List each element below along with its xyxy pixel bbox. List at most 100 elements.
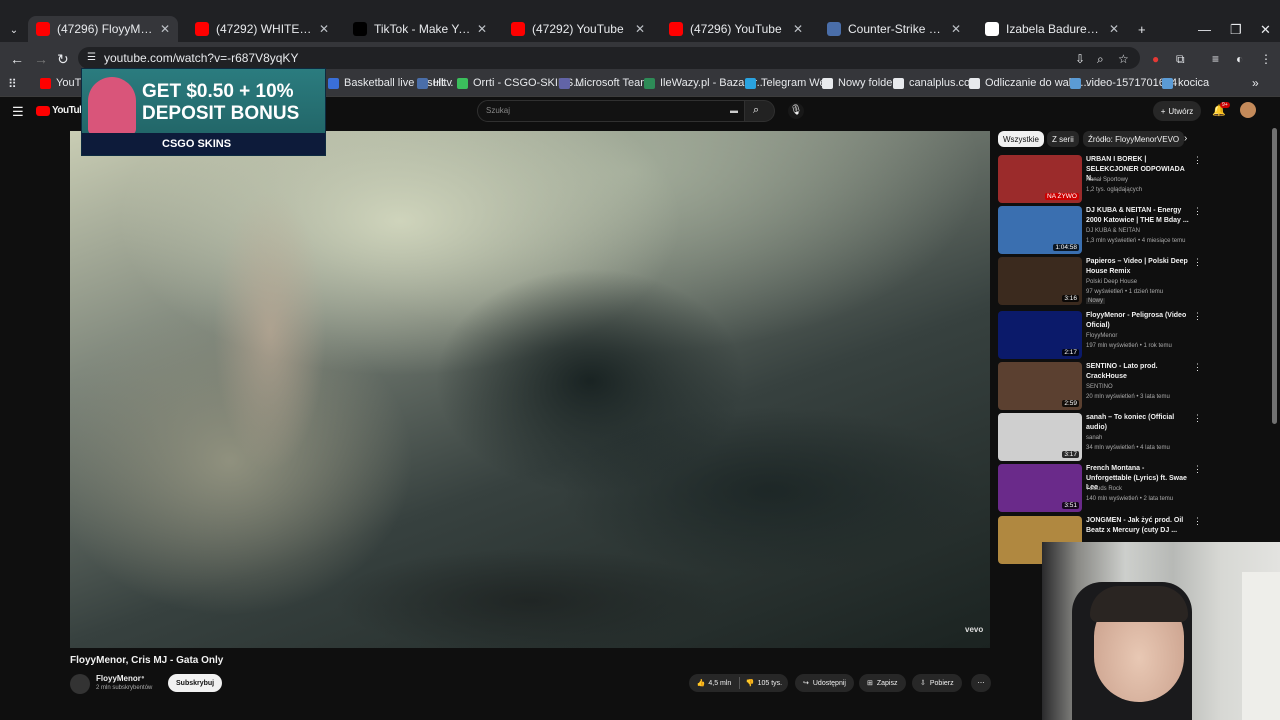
url-text[interactable]: youtube.com/watch?v=-r687V8yqKY bbox=[104, 51, 298, 65]
recommendation-thumbnail[interactable]: 1:04:58 bbox=[998, 206, 1082, 254]
recommendation-thumbnail[interactable]: 2:59 bbox=[998, 362, 1082, 410]
recommendation-title[interactable]: JONGMEN - Jak żyć prod. Oil Beatz x Merc… bbox=[1086, 516, 1190, 535]
browser-tab[interactable]: Izabela Badurek | MMA Fighter✕ bbox=[977, 16, 1127, 42]
recommendation-title[interactable]: sanah – To koniec (Official audio) bbox=[1086, 413, 1190, 432]
browser-tab[interactable]: (47292) YouTube ✕ bbox=[503, 16, 653, 42]
recommendation-channel[interactable]: DJ KUBA & NEITAN bbox=[1086, 228, 1140, 234]
hamburger-icon[interactable]: ☰ bbox=[12, 104, 24, 120]
close-tab-icon[interactable]: ✕ bbox=[629, 22, 645, 36]
recommendation-channel[interactable]: Polski Deep House bbox=[1086, 279, 1137, 285]
recommendation-channel[interactable]: 7clouds Rock bbox=[1086, 486, 1122, 492]
back-icon[interactable]: ← bbox=[10, 51, 24, 67]
restore-icon[interactable]: ❐ bbox=[1230, 22, 1242, 38]
save-button[interactable]: ⊞ Zapisz bbox=[859, 674, 906, 692]
reload-icon[interactable]: ↻ bbox=[57, 51, 69, 68]
more-options-icon[interactable]: ⋮ bbox=[1193, 311, 1202, 322]
bookmark-star-icon[interactable]: ☆ bbox=[1118, 52, 1129, 66]
close-tab-icon[interactable]: ✕ bbox=[1103, 22, 1119, 36]
share-button[interactable]: ↪ Udostępnij bbox=[795, 674, 854, 692]
recommendation-thumbnail[interactable]: NA ŻYWO bbox=[998, 155, 1082, 203]
recommendation-title[interactable]: SENTINO - Lato prod. CrackHouse bbox=[1086, 362, 1190, 381]
ad-banner[interactable]: GET $0.50 + 10% DEPOSIT BONUS CSGO SKINS bbox=[81, 68, 326, 156]
search-button[interactable]: ⌕ bbox=[745, 100, 775, 122]
more-bookmarks-icon[interactable]: » bbox=[1252, 76, 1259, 90]
channel-avatar[interactable] bbox=[70, 674, 90, 694]
recommendation-item[interactable]: 3:17 sanah – To koniec (Official audio) sa… bbox=[998, 413, 1202, 461]
video-player[interactable]: vevo bbox=[70, 131, 990, 648]
recommendation-item[interactable]: NA ŻYWO URBAN I BOREK | SELEKCJONER ODPOW… bbox=[998, 155, 1202, 203]
recommendation-channel[interactable]: FloyyMenor bbox=[1086, 333, 1117, 339]
bookmark-item[interactable]: canalplus.com bbox=[893, 77, 979, 89]
recommendation-item[interactable]: 2:59 SENTINO - Lato prod. CrackHouse SENTI… bbox=[998, 362, 1202, 410]
bookmark-item[interactable]: Hltv bbox=[417, 77, 452, 89]
keyboard-icon[interactable]: ▬ bbox=[730, 106, 738, 115]
recommendation-title[interactable]: FloyyMenor - Peligrosa (Video Oficial) bbox=[1086, 311, 1190, 330]
recommendation-title[interactable]: Papieros – Video | Polski Deep House Rem… bbox=[1086, 257, 1190, 276]
browser-tab[interactable]: Counter-Strike News & Covera✕ bbox=[819, 16, 969, 42]
minimize-icon[interactable]: — bbox=[1198, 22, 1211, 37]
close-window-icon[interactable]: ✕ bbox=[1260, 22, 1271, 38]
chips-next-icon[interactable]: › bbox=[1184, 133, 1187, 144]
tab-search-button[interactable]: ⌄ bbox=[4, 22, 24, 38]
browser-tab[interactable]: TikTok - Make Your Day✕ bbox=[345, 16, 495, 42]
more-options-icon[interactable]: ⋮ bbox=[1193, 206, 1202, 217]
youtube-logo-icon[interactable] bbox=[36, 106, 50, 116]
zoom-icon[interactable]: ⌕ bbox=[1097, 52, 1104, 67]
more-options-icon[interactable]: ⋮ bbox=[1193, 155, 1202, 166]
bookmark-item[interactable]: Telegram Web bbox=[745, 77, 832, 89]
bookmark-item[interactable]: kocica bbox=[1162, 77, 1209, 89]
new-tab-button[interactable]: + bbox=[1138, 22, 1146, 37]
close-tab-icon[interactable]: ✕ bbox=[945, 22, 961, 36]
recommendation-item[interactable]: 1:04:58 DJ KUBA & NEITAN - Energy 2000 Ka… bbox=[998, 206, 1202, 254]
avatar[interactable] bbox=[1240, 102, 1256, 118]
share-icon: ↪ bbox=[803, 680, 809, 687]
recommendation-thumbnail[interactable]: 3:51 bbox=[998, 464, 1082, 512]
close-tab-icon[interactable]: ✕ bbox=[313, 22, 329, 36]
filter-chip[interactable]: Źródło: FloyyMenorVEVO bbox=[1083, 131, 1185, 147]
close-tab-icon[interactable]: ✕ bbox=[471, 22, 487, 36]
recommendation-thumbnail[interactable]: 3:16 bbox=[998, 257, 1082, 305]
more-options-icon[interactable]: ⋮ bbox=[1193, 413, 1202, 424]
subscribe-button[interactable]: Subskrybuj bbox=[168, 674, 223, 692]
more-actions-button[interactable]: ⋯ bbox=[971, 674, 991, 692]
install-icon[interactable]: ⇩ bbox=[1075, 52, 1085, 66]
bookmark-item[interactable]: Microsoft Teams bbox=[559, 77, 655, 89]
forward-icon[interactable]: → bbox=[34, 51, 48, 67]
dislike-button[interactable]: 👎 105 tys. bbox=[740, 674, 788, 692]
more-options-icon[interactable]: ⋮ bbox=[1193, 257, 1202, 268]
extension-icon[interactable]: ● bbox=[1152, 52, 1159, 66]
download-button[interactable]: ⇩ Pobierz bbox=[912, 674, 962, 692]
page-scrollbar[interactable] bbox=[1272, 128, 1277, 424]
filter-chip[interactable]: Z serii bbox=[1047, 131, 1079, 147]
close-tab-icon[interactable]: ✕ bbox=[787, 22, 803, 36]
recommendation-item[interactable]: 3:16 Papieros – Video | Polski Deep House… bbox=[998, 257, 1202, 305]
browser-tab[interactable]: (47296) YouTube ✕ bbox=[661, 16, 811, 42]
recommendation-channel[interactable]: SENTINO bbox=[1086, 384, 1113, 390]
recommendation-thumbnail[interactable]: 3:17 bbox=[998, 413, 1082, 461]
extensions-icon[interactable]: ⧉ bbox=[1176, 52, 1185, 67]
like-button[interactable]: 👍 4,5 mln bbox=[689, 674, 739, 692]
filter-chip[interactable]: Wszystkie bbox=[998, 131, 1044, 147]
microphone-icon[interactable]: 🎙 bbox=[788, 103, 804, 119]
profile-icon[interactable]: ◐ bbox=[1236, 52, 1243, 66]
recommendation-item[interactable]: 2:17 FloyyMenor - Peligrosa (Video Oficia… bbox=[998, 311, 1202, 359]
site-info-icon[interactable]: ☰ bbox=[87, 52, 96, 63]
channel-name[interactable]: FloyyMenor bbox=[96, 674, 141, 683]
recommendation-title[interactable]: DJ KUBA & NEITAN - Energy 2000 Katowice … bbox=[1086, 206, 1190, 225]
apps-icon[interactable]: ⠿ bbox=[8, 77, 17, 91]
search-input[interactable]: Szukaj ▬ bbox=[477, 100, 745, 122]
close-tab-icon[interactable]: ✕ bbox=[154, 22, 170, 36]
recommendation-thumbnail[interactable]: 2:17 bbox=[998, 311, 1082, 359]
more-options-icon[interactable]: ⋮ bbox=[1193, 516, 1202, 527]
create-button[interactable]: + Utwórz bbox=[1153, 101, 1201, 121]
bookmark-item[interactable]: Nowy folder bbox=[822, 77, 896, 89]
media-icon[interactable]: ≡ bbox=[1212, 52, 1219, 66]
menu-icon[interactable]: ⋮ bbox=[1260, 52, 1272, 66]
recommendation-channel[interactable]: sanah bbox=[1086, 435, 1102, 441]
recommendation-item[interactable]: 3:51 French Montana - Unforgettable (Lyri… bbox=[998, 464, 1202, 512]
more-options-icon[interactable]: ⋮ bbox=[1193, 464, 1202, 475]
recommendation-channel[interactable]: Kanał Sportowy bbox=[1086, 177, 1128, 183]
browser-tab[interactable]: (47292) WHITE 2115, VVSimon✕ bbox=[187, 16, 337, 42]
more-options-icon[interactable]: ⋮ bbox=[1193, 362, 1202, 373]
browser-tab[interactable]: (47296) FloyyMenor, Cris MJ - G✕ bbox=[28, 16, 178, 42]
